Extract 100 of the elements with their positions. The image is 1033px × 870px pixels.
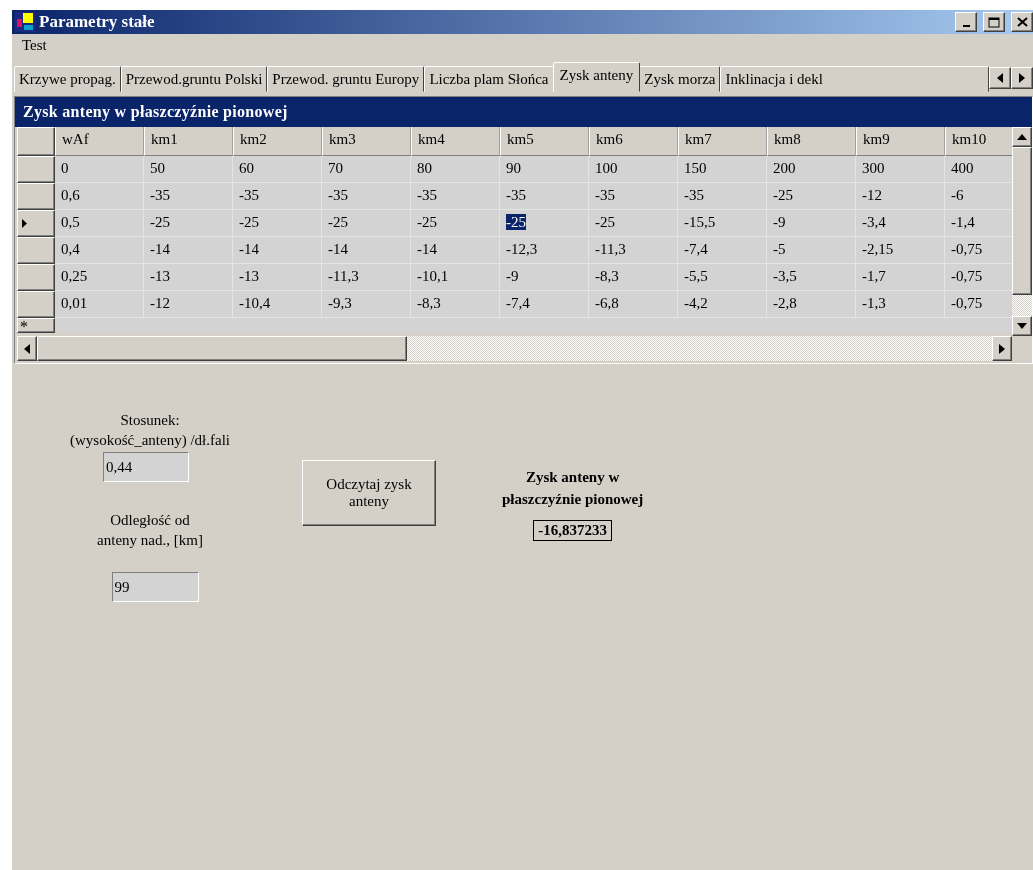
table-cell[interactable]: -5,5 [684, 268, 708, 284]
tab[interactable]: Przewod. gruntu Europy [267, 66, 425, 92]
table-cell[interactable]: -8,3 [417, 295, 441, 311]
table-cell[interactable]: -25 [239, 214, 259, 230]
table-cell[interactable]: 0,01 [61, 295, 88, 311]
table-cell[interactable]: 0,25 [61, 268, 88, 284]
table-cell[interactable]: -3,4 [862, 214, 886, 230]
column-header[interactable]: km1 [144, 127, 233, 156]
row-header[interactable] [17, 291, 55, 318]
table-cell[interactable]: -7,4 [506, 295, 530, 311]
table-cell[interactable]: 200 [773, 160, 796, 176]
tab[interactable]: Zysk anteny [552, 62, 641, 92]
table-cell[interactable]: -13 [150, 268, 170, 284]
scroll-thumb[interactable] [1012, 147, 1032, 295]
table-cell[interactable]: -9 [773, 214, 786, 230]
table-cell[interactable]: -5 [773, 241, 786, 257]
table-cell[interactable]: -12 [862, 187, 882, 203]
table-cell[interactable]: 70 [328, 160, 343, 176]
column-header[interactable]: km5 [500, 127, 589, 156]
app-icon [15, 12, 35, 32]
table-cell[interactable]: 0,6 [61, 187, 80, 203]
tab[interactable]: Przewod.gruntu Polski [120, 66, 268, 92]
table-cell[interactable]: 0,5 [61, 214, 80, 230]
column-header[interactable]: km9 [856, 127, 945, 156]
table-cell[interactable]: -35 [506, 187, 526, 203]
column-header[interactable]: km10 [945, 127, 1012, 156]
table-cell[interactable]: -3,5 [773, 268, 797, 284]
table-cell[interactable]: -35 [417, 187, 437, 203]
new-row-marker: * [17, 318, 55, 333]
scroll-down-button[interactable] [1012, 316, 1032, 336]
table-cell[interactable]: 100 [595, 160, 618, 176]
table-cell[interactable]: -35 [595, 187, 615, 203]
table-cell[interactable]: 0,4 [61, 241, 80, 257]
distance-field[interactable]: 99 [111, 572, 199, 602]
column-header[interactable]: km7 [678, 127, 767, 156]
table-cell[interactable]: 150 [684, 160, 707, 176]
table-cell[interactable]: -14 [150, 241, 170, 257]
table-cell[interactable]: -6 [951, 187, 964, 203]
column-header[interactable]: km6 [589, 127, 678, 156]
table-cell[interactable]: -35 [239, 187, 259, 203]
scroll-right-button[interactable] [1011, 67, 1033, 89]
table-cell[interactable]: -2,8 [773, 295, 797, 311]
table-cell[interactable]: -25 [506, 214, 526, 230]
table-cell[interactable]: -14 [328, 241, 348, 257]
row-header[interactable] [17, 183, 55, 210]
right-arrow-icon [1019, 73, 1025, 83]
window-title: Parametry stałe [39, 12, 155, 32]
close-button[interactable] [1011, 12, 1033, 32]
table-cell[interactable]: 300 [862, 160, 885, 176]
table-cell[interactable]: 0 [61, 160, 69, 176]
read-gain-button[interactable]: Odczytaj zysk anteny [302, 460, 436, 526]
row-header[interactable] [17, 264, 55, 291]
column-header[interactable]: km2 [233, 127, 322, 156]
tab[interactable]: Krzywe propag. [14, 66, 121, 92]
row-header[interactable] [17, 156, 55, 183]
table-cell[interactable]: -25 [595, 214, 615, 230]
close-icon [1016, 17, 1028, 27]
scroll-right-button[interactable] [992, 336, 1012, 361]
table-cell[interactable]: -8,3 [595, 268, 619, 284]
column-header[interactable]: wAf [55, 127, 144, 156]
table-cell[interactable]: -14 [417, 241, 437, 257]
table-cell[interactable]: -35 [150, 187, 170, 203]
table-cell[interactable]: -4,2 [684, 295, 708, 311]
row-header[interactable] [17, 237, 55, 264]
table-cell[interactable]: -14 [239, 241, 259, 257]
table-cell[interactable]: -9,3 [328, 295, 352, 311]
table-cell[interactable]: -13 [239, 268, 259, 284]
table-cell[interactable]: -25 [328, 214, 348, 230]
table-cell[interactable]: -7,4 [684, 241, 708, 257]
table-cell[interactable]: -35 [328, 187, 348, 203]
table-cell[interactable]: 50 [150, 160, 165, 176]
table-cell[interactable]: 90 [506, 160, 521, 176]
scroll-thumb[interactable] [37, 336, 407, 361]
table-cell[interactable]: 80 [417, 160, 432, 176]
table-cell[interactable]: -9 [506, 268, 519, 284]
tab[interactable]: Inklinacja i dekl [720, 66, 989, 92]
scroll-left-button[interactable] [17, 336, 37, 361]
column-header[interactable]: km4 [411, 127, 500, 156]
table-cell[interactable]: -25 [773, 187, 793, 203]
table-cell[interactable]: -6,8 [595, 295, 619, 311]
column-header[interactable]: km3 [322, 127, 411, 156]
menu-item[interactable]: Test [20, 36, 49, 54]
maximize-button[interactable] [983, 12, 1005, 32]
minimize-button[interactable] [955, 12, 977, 32]
table-cell[interactable]: 60 [239, 160, 254, 176]
grid-caption: Zysk anteny w płaszczyźnie pionowej [15, 97, 1032, 127]
table-cell[interactable]: -25 [417, 214, 437, 230]
tab[interactable]: Zysk morza [639, 66, 721, 92]
ratio-field[interactable]: 0,44 [103, 452, 189, 482]
row-header[interactable] [17, 210, 55, 237]
minimize-icon [962, 25, 970, 27]
table-cell[interactable]: -1,7 [862, 268, 886, 284]
table-cell[interactable]: -12 [150, 295, 170, 311]
scroll-up-button[interactable] [1012, 127, 1032, 147]
tab[interactable]: Liczba plam Słońca [424, 66, 554, 92]
table-cell[interactable]: -35 [684, 187, 704, 203]
table-cell[interactable]: -1,3 [862, 295, 886, 311]
table-cell[interactable]: -25 [150, 214, 170, 230]
scroll-left-button[interactable] [989, 67, 1011, 89]
column-header[interactable]: km8 [767, 127, 856, 156]
